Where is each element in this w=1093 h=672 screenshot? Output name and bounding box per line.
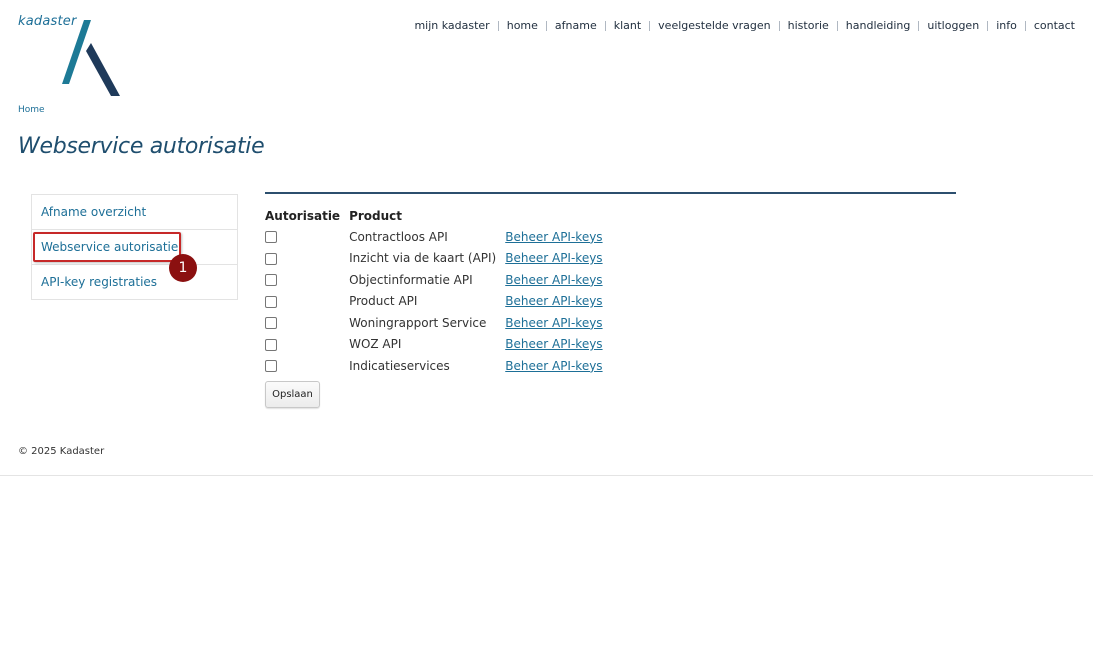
nav-separator (836, 20, 838, 31)
beheer-api-keys-link[interactable]: Beheer API-keys (505, 251, 602, 265)
authorization-checkbox[interactable] (265, 295, 277, 308)
nav-historie[interactable]: historie (788, 19, 829, 32)
table-row: Indicatieservices Beheer API-keys (265, 355, 612, 377)
product-name: Woningrapport Service (349, 315, 487, 330)
page: kadaster mijn kadaster home afname klant… (0, 0, 1093, 672)
nav-separator (918, 20, 920, 31)
table-row: Contractloos API Beheer API-keys (265, 226, 612, 248)
beheer-api-keys-link[interactable]: Beheer API-keys (505, 337, 602, 351)
table-row: Woningrapport Service Beheer API-keys (265, 312, 612, 334)
beheer-api-keys-link[interactable]: Beheer API-keys (505, 273, 602, 287)
authorization-checkbox[interactable] (265, 231, 277, 244)
beheer-api-keys-link[interactable]: Beheer API-keys (505, 294, 602, 308)
table-row: Product API Beheer API-keys (265, 291, 612, 313)
product-name: Product API (349, 294, 418, 309)
nav-veelgestelde-vragen[interactable]: veelgestelde vragen (658, 19, 770, 32)
nav-mijn-kadaster[interactable]: mijn kadaster (414, 19, 489, 32)
breadcrumb-home[interactable]: Home (18, 105, 45, 115)
product-name: Contractloos API (349, 229, 448, 244)
nav-uitloggen[interactable]: uitloggen (927, 19, 979, 32)
footer-copyright: © 2025 Kadaster (18, 446, 105, 457)
nav-handleiding[interactable]: handleiding (846, 19, 911, 32)
kadaster-k-logo-icon (62, 20, 120, 96)
product-name: Indicatieservices (349, 358, 450, 373)
column-header-autorisatie: Autorisatie (265, 208, 341, 223)
beheer-api-keys-link[interactable]: Beheer API-keys (505, 230, 602, 244)
nav-contact[interactable]: contact (1034, 19, 1075, 32)
nav-separator (649, 20, 651, 31)
nav-separator (778, 20, 780, 31)
beheer-api-keys-link[interactable]: Beheer API-keys (505, 316, 602, 330)
nav-klant[interactable]: klant (614, 19, 641, 32)
authorization-checkbox[interactable] (265, 338, 277, 351)
nav-separator (497, 20, 499, 31)
kadaster-logo[interactable]: kadaster (18, 14, 128, 100)
product-name: Objectinformatie API (349, 272, 473, 287)
table-row: Objectinformatie API Beheer API-keys (265, 269, 612, 291)
authorization-checkbox[interactable] (265, 317, 277, 330)
authorization-checkbox[interactable] (265, 274, 277, 287)
top-navigation: mijn kadaster home afname klant veelgest… (414, 19, 1075, 32)
authorization-checkbox[interactable] (265, 360, 277, 373)
sidemenu-item-api-key-registraties[interactable]: API-key registraties (32, 264, 237, 299)
sidemenu-item-afname-overzicht[interactable]: Afname overzicht (32, 195, 237, 229)
content-divider (265, 192, 956, 194)
product-name: Inzicht via de kaart (API) (349, 251, 497, 266)
nav-home[interactable]: home (507, 19, 538, 32)
footer-divider (0, 475, 1093, 476)
product-name: WOZ API (349, 337, 402, 352)
beheer-api-keys-link[interactable]: Beheer API-keys (505, 359, 602, 373)
authorization-checkbox[interactable] (265, 252, 277, 265)
nav-separator (987, 20, 989, 31)
nav-separator (604, 20, 606, 31)
column-header-empty (505, 208, 611, 226)
column-header-product: Product (349, 208, 403, 223)
nav-separator (1024, 20, 1026, 31)
page-title: Webservice autorisatie (18, 134, 265, 159)
step-badge: 1 (169, 254, 197, 282)
nav-afname[interactable]: afname (555, 19, 597, 32)
save-button[interactable]: Opslaan (265, 381, 320, 408)
table-row: Inzicht via de kaart (API) Beheer API-ke… (265, 248, 612, 270)
authorization-table: Autorisatie Product Contractloos API Beh… (265, 208, 612, 377)
highlight-box (33, 232, 181, 262)
nav-info[interactable]: info (996, 19, 1017, 32)
table-header-row: Autorisatie Product (265, 208, 612, 226)
table-row: WOZ API Beheer API-keys (265, 334, 612, 356)
nav-separator (545, 20, 547, 31)
